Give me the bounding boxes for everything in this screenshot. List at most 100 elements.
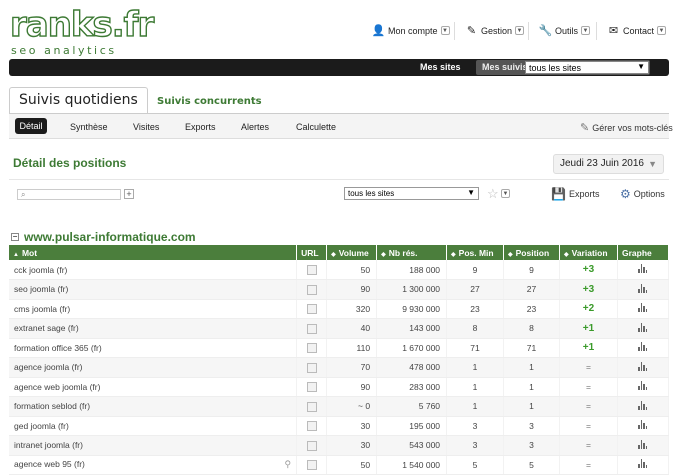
- sites-filter-select[interactable]: tous les sites ▼: [344, 187, 479, 200]
- subnav-calculette[interactable]: Calculette: [296, 122, 336, 132]
- graph-cell[interactable]: [617, 318, 670, 339]
- table-row: intranet joomla (fr) 30 543 000 3 3 =: [9, 435, 670, 456]
- url-cell[interactable]: [296, 299, 328, 319]
- nav-outils[interactable]: 🔧 Outils ▼: [538, 24, 591, 37]
- keyword-cell[interactable]: cms joomla (fr): [9, 299, 298, 319]
- gerer-mots-cles-link[interactable]: ✎ Gérer vos mots-clés: [580, 121, 673, 134]
- graph-cell[interactable]: [617, 377, 670, 397]
- volume-cell: 110: [326, 338, 378, 358]
- keyword-cell[interactable]: agence web joomla (fr): [9, 377, 298, 397]
- url-icon[interactable]: [306, 401, 317, 412]
- graph-cell[interactable]: [617, 260, 670, 280]
- bar-chart-icon[interactable]: [638, 322, 648, 332]
- bar-chart-icon[interactable]: [638, 303, 648, 313]
- bar-chart-icon[interactable]: [638, 381, 648, 391]
- url-icon[interactable]: [306, 323, 317, 334]
- table-row: agence joomla (fr) 70 478 000 1 1 =: [9, 357, 670, 378]
- graph-cell[interactable]: [617, 416, 670, 436]
- graph-cell[interactable]: [617, 357, 670, 378]
- bar-chart-icon[interactable]: [638, 420, 648, 430]
- url-cell[interactable]: [296, 435, 328, 456]
- graph-cell[interactable]: [617, 396, 670, 417]
- graph-cell[interactable]: [617, 338, 670, 358]
- bar-chart-icon[interactable]: [638, 283, 648, 293]
- subnav-visites[interactable]: Visites: [133, 122, 159, 132]
- url-cell[interactable]: [296, 396, 328, 417]
- keyword-cell[interactable]: formation office 365 (fr): [9, 338, 298, 358]
- url-cell[interactable]: [296, 338, 328, 358]
- nb-res-cell: 1 540 000: [376, 455, 448, 475]
- graph-cell[interactable]: [617, 455, 670, 475]
- keyword-cell[interactable]: agence joomla (fr): [9, 357, 298, 378]
- bar-chart-icon[interactable]: [638, 342, 648, 352]
- nav-contact[interactable]: ✉ Contact ▼: [607, 24, 667, 37]
- url-icon[interactable]: [306, 284, 317, 295]
- keyword-cell[interactable]: formation seblod (fr): [9, 396, 298, 417]
- mes-sites-link[interactable]: Mes sites: [420, 62, 461, 72]
- nav-gestion[interactable]: ✎ Gestion ▼: [465, 24, 525, 37]
- col-volume[interactable]: ◆ Volume: [326, 245, 378, 260]
- url-icon[interactable]: [306, 460, 317, 471]
- collapse-icon[interactable]: −: [11, 233, 19, 241]
- wrench-icon: 🔧: [538, 25, 553, 37]
- url-cell[interactable]: [296, 377, 328, 397]
- add-filter-button[interactable]: +: [124, 189, 134, 199]
- url-icon[interactable]: [306, 362, 317, 373]
- url-icon[interactable]: [306, 304, 317, 315]
- user-icon: 👤: [371, 25, 386, 37]
- bar-chart-icon[interactable]: [638, 439, 648, 449]
- url-icon[interactable]: [306, 421, 317, 432]
- chevron-down-icon: ▼: [657, 26, 667, 35]
- bar-chart-icon[interactable]: [638, 264, 648, 273]
- col-nb-res[interactable]: ◆ Nb rés.: [376, 245, 448, 260]
- url-cell[interactable]: [296, 279, 328, 300]
- keyword-cell[interactable]: seo joomla (fr): [9, 279, 298, 300]
- bar-chart-icon[interactable]: [638, 361, 648, 371]
- bar-chart-icon[interactable]: [638, 400, 648, 410]
- keyword-cell[interactable]: ged joomla (fr): [9, 416, 298, 436]
- volume-cell: 320: [326, 299, 378, 319]
- url-icon[interactable]: [306, 382, 317, 393]
- tab-suivis-quotidiens[interactable]: Suivis quotidiens: [9, 87, 148, 114]
- subnav-detail[interactable]: Détail: [15, 118, 47, 134]
- col-url[interactable]: URL: [296, 245, 328, 260]
- pos-min-cell: 1: [446, 357, 505, 378]
- subnav-exports[interactable]: Exports: [185, 122, 216, 132]
- keyword-cell[interactable]: intranet joomla (fr): [9, 435, 298, 456]
- url-cell[interactable]: [296, 357, 328, 378]
- subnav-synthese[interactable]: Synthèse: [70, 122, 108, 132]
- keyword-cell[interactable]: agence web 95 (fr) ⚲: [9, 455, 298, 475]
- keyword-cell[interactable]: cck joomla (fr): [9, 260, 298, 280]
- url-cell[interactable]: [296, 318, 328, 339]
- graph-cell[interactable]: [617, 299, 670, 319]
- chevron-down-icon[interactable]: ▼: [501, 189, 510, 198]
- exports-button[interactable]: 💾 Exports: [551, 187, 599, 201]
- url-icon[interactable]: [306, 343, 317, 354]
- graph-cell[interactable]: [617, 435, 670, 456]
- col-pos-min[interactable]: ◆ Pos. Min: [446, 245, 505, 260]
- bar-chart-icon[interactable]: [638, 459, 648, 469]
- star-icon[interactable]: ☆: [487, 186, 499, 202]
- col-mot[interactable]: ▲ Mot: [9, 245, 298, 260]
- url-cell[interactable]: [296, 260, 328, 280]
- subnav-alertes[interactable]: Alertes: [241, 122, 269, 132]
- url-icon[interactable]: [306, 264, 317, 275]
- dropdown-arrow-icon: ▼: [467, 188, 475, 197]
- nav-mon-compte[interactable]: 👤 Mon compte ▼: [372, 24, 450, 37]
- volume-cell: 50: [326, 260, 378, 280]
- search-input[interactable]: ⌕: [17, 189, 121, 200]
- site-group-header[interactable]: − www.pulsar-informatique.com: [11, 230, 196, 244]
- url-cell[interactable]: [296, 455, 328, 475]
- logo[interactable]: ranks.fr: [9, 5, 155, 44]
- keyword-cell[interactable]: extranet sage (fr): [9, 318, 298, 339]
- date-picker[interactable]: Jeudi 23 Juin 2016 ▼: [553, 154, 664, 174]
- site-select[interactable]: tous les sites ▼: [525, 61, 649, 74]
- url-cell[interactable]: [296, 416, 328, 436]
- url-icon[interactable]: [306, 440, 317, 451]
- col-position[interactable]: ◆ Position: [503, 245, 560, 260]
- col-variation[interactable]: ◆ Variation: [559, 245, 618, 260]
- graph-cell[interactable]: [617, 279, 670, 300]
- options-button[interactable]: ⚙ Options: [620, 187, 665, 201]
- table-row: extranet sage (fr) 40 143 000 8 8 +1: [9, 318, 670, 339]
- tab-suivis-concurrents[interactable]: Suivis concurrents: [157, 96, 262, 107]
